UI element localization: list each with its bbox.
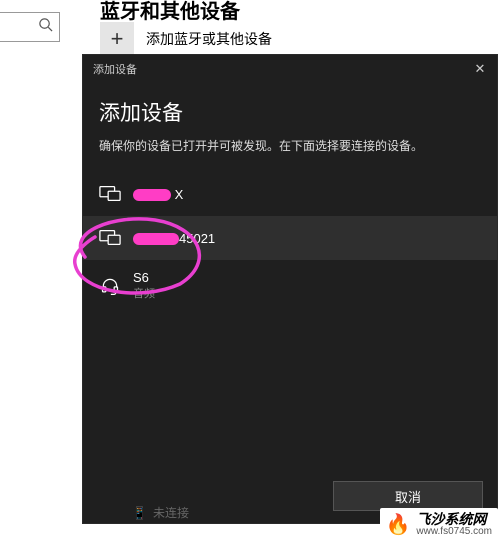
device-name: X bbox=[133, 187, 183, 202]
device-list: X 45021 S6 音频 bbox=[83, 172, 497, 311]
bluetooth-icon: 📱 bbox=[132, 506, 147, 520]
add-device-dialog: 添加设备 ✕ 添加设备 确保你的设备已打开并可被发现。在下面选择要连接的设备。 … bbox=[82, 54, 498, 524]
device-name: 45021 bbox=[133, 231, 215, 246]
dialog-subtext: 确保你的设备已打开并可被发现。在下面选择要连接的设备。 bbox=[99, 137, 481, 154]
connection-status: 📱 未连接 bbox=[132, 504, 189, 521]
search-icon bbox=[38, 17, 53, 37]
add-device-button[interactable]: + 添加蓝牙或其他设备 bbox=[100, 22, 272, 56]
cancel-button[interactable]: 取消 bbox=[333, 481, 483, 511]
dialog-titlebar: 添加设备 ✕ bbox=[83, 55, 497, 83]
plus-icon: + bbox=[100, 22, 134, 56]
watermark-url: www.fs0745.com bbox=[416, 527, 492, 538]
page-title: 蓝牙和其他设备 bbox=[100, 0, 240, 24]
device-item[interactable]: X bbox=[83, 172, 497, 216]
headset-icon bbox=[99, 275, 121, 297]
device-subtype: 音频 bbox=[133, 285, 155, 301]
search-input[interactable] bbox=[0, 12, 60, 42]
dialog-titlebar-text: 添加设备 bbox=[93, 61, 137, 77]
device-item[interactable]: S6 音频 bbox=[83, 260, 497, 311]
close-icon[interactable]: ✕ bbox=[469, 59, 491, 79]
watermark-title: 飞沙系统网 bbox=[416, 512, 492, 527]
display-icon bbox=[99, 227, 121, 249]
status-text: 未连接 bbox=[153, 504, 189, 521]
device-item[interactable]: 45021 bbox=[83, 216, 497, 260]
dialog-heading: 添加设备 bbox=[99, 97, 481, 127]
add-device-label: 添加蓝牙或其他设备 bbox=[146, 29, 272, 49]
display-icon bbox=[99, 183, 121, 205]
watermark-logo-icon: 🔥 bbox=[386, 512, 411, 537]
watermark: 🔥 飞沙系统网 www.fs0745.com bbox=[380, 508, 499, 539]
device-name: S6 bbox=[133, 270, 155, 285]
